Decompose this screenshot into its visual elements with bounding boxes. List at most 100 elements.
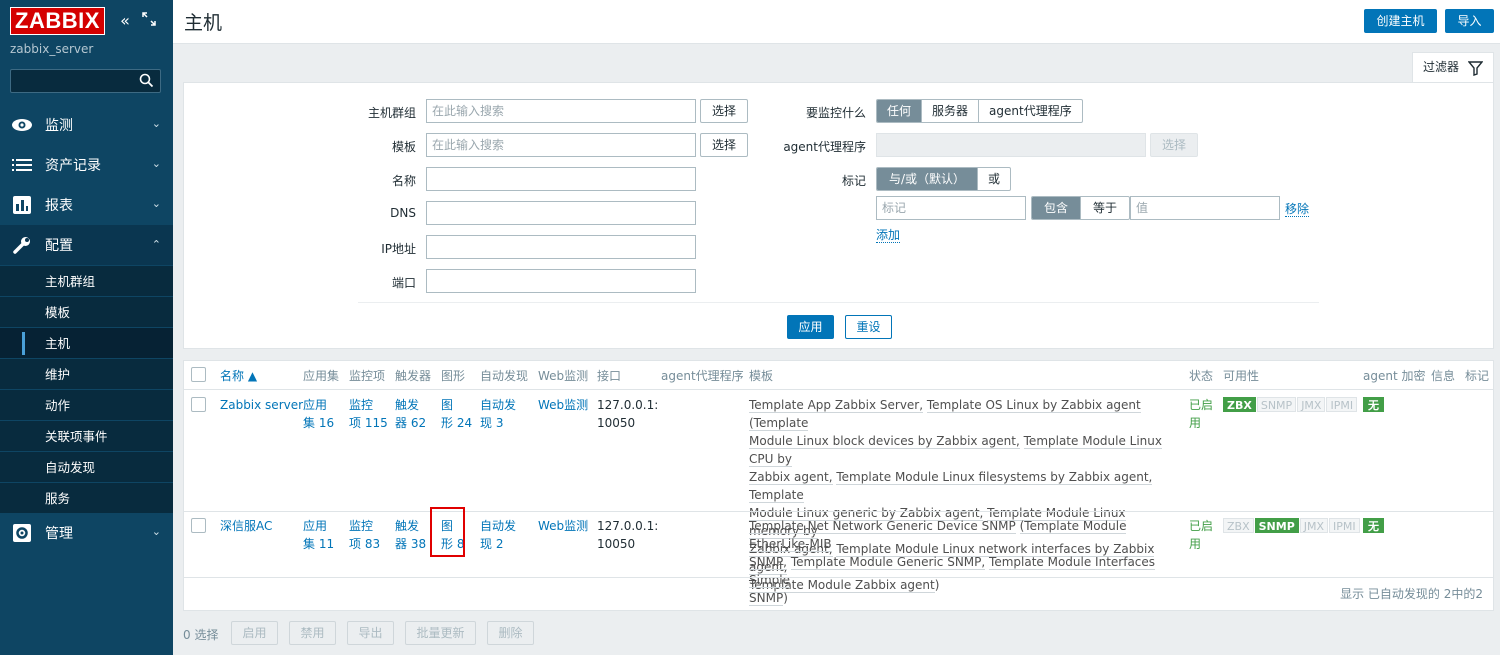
link-line: 图: [441, 398, 454, 412]
availability-badges: ZBX SNMP JMX IPMI: [1223, 396, 1358, 414]
status-enabled-link[interactable]: 已启用: [1189, 517, 1213, 553]
tag-name-input[interactable]: 标记: [876, 196, 1026, 220]
template-link[interactable]: Template App Zabbix Server,: [749, 398, 924, 413]
templates-input[interactable]: 在此输入搜索: [426, 133, 696, 157]
col-name[interactable]: 名称 ▲: [220, 367, 257, 384]
port-input[interactable]: [426, 269, 696, 293]
proxy-input: [876, 133, 1146, 157]
zabbix-logo[interactable]: ZABBIX: [10, 7, 105, 35]
remove-tag-link[interactable]: 移除: [1285, 202, 1310, 217]
triggers-link[interactable]: 触发器 38: [395, 517, 426, 553]
template-link[interactable]: Template Module Linux filesystems by Zab…: [836, 470, 1153, 485]
applications-link[interactable]: 应用集 16: [303, 396, 334, 432]
select-all-checkbox[interactable]: [191, 367, 206, 382]
disable-button[interactable]: 禁用: [289, 621, 336, 645]
enable-button[interactable]: 启用: [231, 621, 278, 645]
dns-label: DNS: [390, 206, 416, 220]
host-name-link[interactable]: Zabbix server: [220, 396, 303, 414]
template-link[interactable]: Template Module Generic SNMP,: [790, 555, 986, 570]
items-link[interactable]: 监控项 115: [349, 396, 388, 432]
template-link[interactable]: Template OS Linux by Zabbix agent: [926, 398, 1141, 413]
sidebar-search-input[interactable]: [10, 69, 161, 93]
monitored-by-any[interactable]: 任何: [877, 100, 922, 122]
submenu-actions[interactable]: 动作: [0, 389, 173, 420]
col-web: Web监测: [538, 369, 589, 383]
host-groups-input[interactable]: 在此输入搜索: [426, 99, 696, 123]
row-divider: [184, 577, 1493, 578]
template-link[interactable]: Module Linux block devices by Zabbix age…: [749, 434, 1020, 449]
tag-op-equals[interactable]: 等于: [1080, 197, 1129, 219]
templates-select-button[interactable]: 选择: [700, 133, 748, 157]
triggers-link[interactable]: 触发器 62: [395, 396, 426, 432]
link-line: 现 3: [480, 416, 504, 430]
dns-input[interactable]: [426, 201, 696, 225]
remove-tag-wrap: 移除: [1285, 200, 1310, 217]
submenu-host-groups[interactable]: 主机群组: [0, 265, 173, 296]
submenu-hosts[interactable]: 主机: [0, 327, 173, 358]
mass-actions-bar: 0 选择 启用 禁用 导出 批量更新 删除: [183, 621, 783, 647]
apply-button[interactable]: 应用: [787, 315, 834, 339]
export-button[interactable]: 导出: [347, 621, 394, 645]
discovery-link[interactable]: 自动发现 2: [480, 517, 516, 553]
tag-op-contains[interactable]: 包含: [1032, 197, 1081, 219]
menu-inventory[interactable]: 资产记录 ⌄: [0, 145, 173, 185]
tags-mode-and-or[interactable]: 与/或（默认）: [877, 168, 978, 190]
host-name-link[interactable]: 深信服AC: [220, 517, 272, 535]
template-link[interactable]: (Template: [749, 416, 809, 431]
link-line: 已启: [1189, 519, 1214, 533]
monitored-by-proxy[interactable]: agent代理程序: [978, 100, 1082, 122]
selected-count: 0 选择: [183, 628, 219, 642]
delete-button[interactable]: 删除: [487, 621, 534, 645]
items-link[interactable]: 监控项 83: [349, 517, 380, 553]
name-label: 名称: [391, 174, 416, 188]
filter-tab[interactable]: 过滤器: [1412, 52, 1494, 83]
collapse-sidebar-icon[interactable]: «: [116, 12, 134, 30]
template-link[interactable]: SNMP: [749, 591, 784, 606]
col-interface: 接口: [597, 369, 622, 383]
template-link[interactable]: Template: [749, 488, 804, 503]
reset-button[interactable]: 重设: [845, 315, 892, 339]
chevron-down-icon: ⌄: [151, 525, 161, 538]
ip-input[interactable]: [426, 235, 696, 259]
submenu-services[interactable]: 服务: [0, 482, 173, 513]
menu-administration[interactable]: 管理 ⌄: [0, 513, 173, 553]
add-tag-link[interactable]: 添加: [876, 228, 901, 243]
submenu-discovery[interactable]: 自动发现: [0, 451, 173, 482]
row-checkbox[interactable]: [191, 397, 206, 412]
main-menu: 监测 ⌄ 资产记录 ⌄ 报表 ⌄ 配置 ⌃ 主机群组 模板 主机 维护 动作 关…: [0, 105, 173, 553]
menu-label: 管理: [45, 526, 73, 542]
template-link[interactable]: Zabbix agent,: [749, 470, 833, 485]
create-host-button[interactable]: 创建主机: [1364, 9, 1437, 33]
menu-monitoring[interactable]: 监测 ⌄: [0, 105, 173, 145]
link-line: 项 115: [349, 416, 388, 430]
graphs-link[interactable]: 图形 24: [441, 396, 472, 432]
template-link[interactable]: Template Net Network Generic Device SNMP: [749, 519, 1016, 534]
col-tags: 标记: [1465, 369, 1490, 383]
name-input[interactable]: [426, 167, 696, 191]
menu-reports[interactable]: 报表 ⌄: [0, 185, 173, 225]
menu-configuration[interactable]: 配置 ⌃: [0, 225, 173, 265]
submenu-maintenance[interactable]: 维护: [0, 358, 173, 389]
tags-mode-or[interactable]: 或: [977, 168, 1010, 190]
mass-update-button[interactable]: 批量更新: [405, 621, 476, 645]
monitored-by-server[interactable]: 服务器: [921, 100, 978, 122]
configuration-submenu: 主机群组 模板 主机 维护 动作 关联项事件 自动发现 服务: [0, 265, 173, 513]
host-groups-select-button[interactable]: 选择: [700, 99, 748, 123]
kiosk-mode-icon[interactable]: [140, 12, 158, 30]
col-templates: 模板: [749, 369, 774, 383]
discovery-link[interactable]: 自动发现 3: [480, 396, 516, 432]
menu-label: 监测: [45, 118, 73, 134]
tag-value-input[interactable]: 值: [1130, 196, 1280, 220]
submenu-event-correlation[interactable]: 关联项事件: [0, 420, 173, 451]
template-link[interactable]: SNMP,: [749, 555, 787, 570]
import-button[interactable]: 导入: [1445, 9, 1494, 33]
search-icon[interactable]: [139, 73, 154, 91]
web-link[interactable]: Web监测: [538, 517, 588, 535]
submenu-templates[interactable]: 模板: [0, 296, 173, 327]
row-checkbox[interactable]: [191, 518, 206, 533]
col-info: 信息: [1431, 369, 1456, 383]
web-link[interactable]: Web监测: [538, 396, 588, 414]
applications-link[interactable]: 应用集 11: [303, 517, 334, 553]
zbx-badge: ZBX: [1223, 397, 1256, 412]
status-enabled-link[interactable]: 已启用: [1189, 396, 1213, 432]
